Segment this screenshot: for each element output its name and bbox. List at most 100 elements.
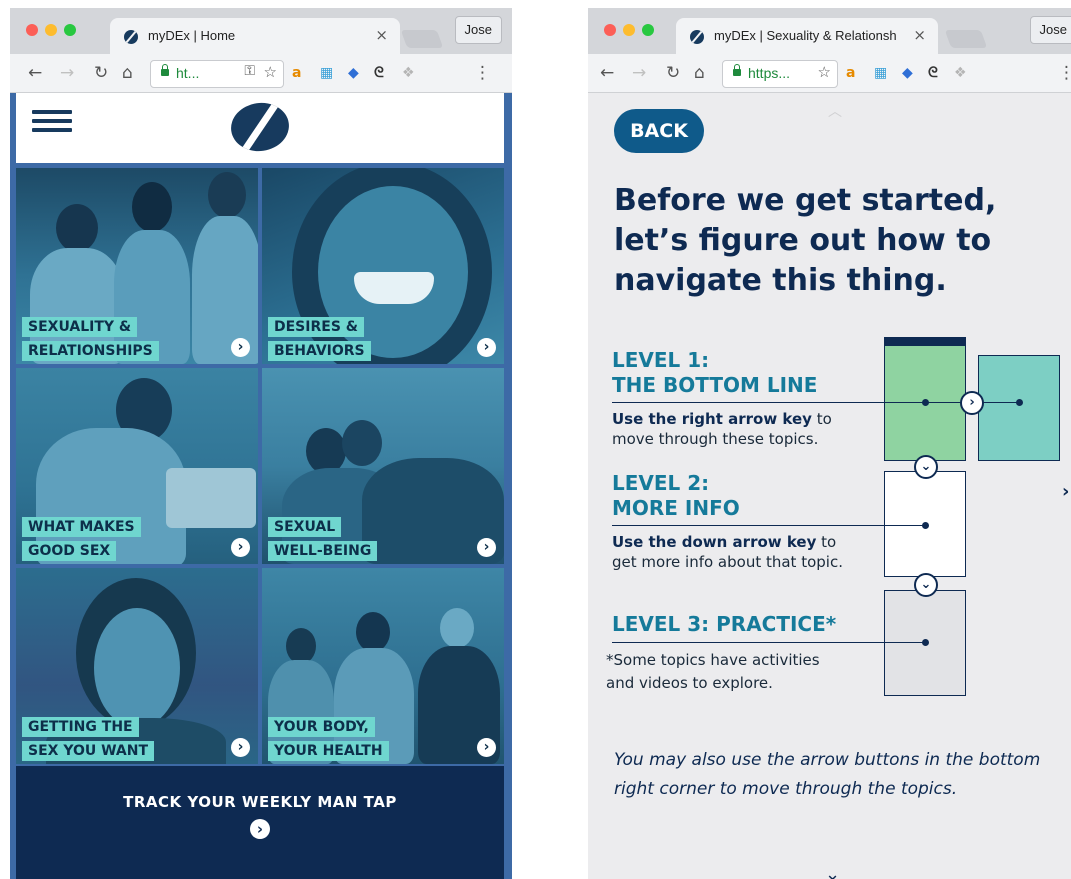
profile-button[interactable]: Jose (1029, 16, 1071, 44)
tab-close-icon[interactable]: × (375, 26, 388, 44)
level-1-description: Use the right arrow key to move through … (612, 410, 832, 448)
browser-toolbar: ← → ↻ ⌂ https... ☆ a ▦ ◆ ᘓ ❖ ⋮ (588, 54, 1071, 93)
right-arrow-icon: › (960, 391, 984, 415)
address-bar[interactable]: https... ☆ (722, 60, 838, 88)
down-arrow-icon: ⌄ (914, 455, 938, 479)
chevron-right-icon[interactable]: › (477, 338, 496, 357)
tile-sexual-well-being[interactable]: SEXUAL WELL-BEING › (262, 368, 504, 564)
image-extension-icon[interactable]: ▦ (874, 64, 887, 82)
next-topic-dot (1016, 399, 1023, 406)
tab-strip: myDEx | Home × Jose (10, 8, 512, 54)
close-window-button[interactable] (604, 24, 616, 36)
home-icon[interactable]: ⌂ (694, 63, 705, 83)
window-controls (604, 24, 654, 36)
next-topic-arrow-icon[interactable]: › (1062, 481, 1069, 502)
forward-arrow-icon[interactable]: → (632, 63, 646, 83)
mydex-favicon-icon (690, 30, 704, 44)
tile-caption: SEXUAL WELL-BEING (268, 516, 378, 564)
zoom-window-button[interactable] (642, 24, 654, 36)
chevron-right-icon[interactable]: › (231, 538, 250, 557)
browser-window-home: myDEx | Home × Jose ← → ↻ ⌂ ht... ⚿ ☆ a … (10, 8, 512, 879)
chevron-right-icon[interactable]: › (250, 819, 270, 839)
level-1-dot (922, 399, 929, 406)
kebab-menu-icon[interactable]: ⋮ (474, 63, 491, 83)
navigation-tutorial-page: ︿ BACK Before we get started, let’s figu… (588, 93, 1071, 879)
amazon-extension-icon[interactable]: a (292, 64, 301, 82)
flame-extension-icon[interactable]: ᘓ (374, 64, 384, 82)
chevron-down-icon[interactable]: ⌄ (825, 864, 840, 879)
tile-caption: DESIRES & BEHAVIORS (268, 316, 371, 364)
amazon-extension-icon[interactable]: a (846, 64, 855, 82)
forward-arrow-icon[interactable]: → (60, 63, 74, 83)
zoom-window-button[interactable] (64, 24, 76, 36)
reload-icon[interactable]: ↻ (94, 63, 108, 83)
minimize-window-button[interactable] (623, 24, 635, 36)
footer-bar: TRACK YOUR WEEKLY MAN TAP › (16, 766, 504, 879)
level-3-leader-line (612, 642, 924, 643)
tab-sexuality-relationships[interactable]: myDEx | Sexuality & Relationsh × (676, 18, 938, 54)
tile-desires-behaviors[interactable]: DESIRES & BEHAVIORS › (262, 168, 504, 364)
level-2-dot (922, 522, 929, 529)
kebab-menu-icon[interactable]: ⋮ (1058, 63, 1071, 83)
chevron-right-icon[interactable]: › (231, 738, 250, 757)
activities-note: *Some topics have activities and videos … (606, 651, 820, 692)
level-1-leader-line (612, 402, 1018, 403)
flame-extension-icon[interactable]: ᘓ (928, 64, 938, 82)
next-topic-card (978, 355, 1060, 461)
site-header (16, 93, 504, 163)
browser-toolbar: ← → ↻ ⌂ ht... ⚿ ☆ a ▦ ◆ ᘓ ❖ ⋮ (10, 54, 512, 93)
arrow-buttons-tip: You may also use the arrow buttons in th… (614, 750, 1041, 799)
track-weekly-man-tap-link[interactable]: TRACK YOUR WEEKLY MAN TAP (16, 793, 504, 811)
image-extension-icon[interactable]: ▦ (320, 64, 333, 82)
key-icon[interactable]: ⚿ (244, 63, 255, 79)
window-controls (26, 24, 76, 36)
close-window-button[interactable] (26, 24, 38, 36)
tab-title: myDEx | Home (148, 28, 236, 43)
tile-your-body-your-health[interactable]: YOUR BODY, YOUR HEALTH › (262, 568, 504, 764)
bookmark-star-icon[interactable]: ☆ (264, 63, 277, 81)
lock-icon (161, 64, 169, 76)
tile-caption: YOUR BODY, YOUR HEALTH (268, 716, 389, 764)
minimize-window-button[interactable] (45, 24, 57, 36)
new-tab-button[interactable] (944, 30, 988, 48)
dropbox-extension-icon[interactable]: ❖ (954, 64, 967, 82)
home-icon[interactable]: ⌂ (122, 63, 133, 83)
level-2-title: LEVEL 2: MORE INFO (612, 471, 740, 520)
tile-caption: WHAT MAKES GOOD SEX (22, 516, 141, 564)
page-headline: Before we get started, let’s figure out … (614, 183, 997, 298)
back-arrow-icon[interactable]: ← (600, 63, 614, 83)
tab-home[interactable]: myDEx | Home × (110, 18, 400, 54)
chevron-right-icon[interactable]: › (231, 338, 250, 357)
tile-getting-the-sex-you-want[interactable]: GETTING THE SEX YOU WANT › (16, 568, 258, 764)
tab-title: myDEx | Sexuality & Relationsh (714, 28, 897, 43)
level-2-description: Use the down arrow key to get more info … (612, 533, 843, 571)
tab-strip: myDEx | Sexuality & Relationsh × Jose (588, 8, 1071, 54)
level-3-title: LEVEL 3: PRACTICE* (612, 612, 837, 636)
new-tab-button[interactable] (400, 30, 444, 48)
tile-what-makes-good-sex[interactable]: WHAT MAKES GOOD SEX › (16, 368, 258, 564)
mydex-logo[interactable] (227, 99, 293, 155)
tile-sexuality-relationships[interactable]: SEXUALITY & RELATIONSHIPS › (16, 168, 258, 364)
bookmark-star-icon[interactable]: ☆ (818, 63, 831, 81)
lock-icon (733, 64, 741, 76)
tile-caption: GETTING THE SEX YOU WANT (22, 716, 155, 764)
down-arrow-icon: ⌄ (914, 573, 938, 597)
diamond-extension-icon[interactable]: ◆ (902, 64, 913, 82)
reload-icon[interactable]: ↻ (666, 63, 680, 83)
chevron-right-icon[interactable]: › (477, 738, 496, 757)
address-url: https... (748, 65, 791, 81)
topic-grid: SEXUALITY & RELATIONSHIPS › DESIRES & BE… (16, 168, 504, 766)
address-bar[interactable]: ht... ⚿ ☆ (150, 60, 284, 88)
level-3-dot (922, 639, 929, 646)
chevron-right-icon[interactable]: › (477, 538, 496, 557)
back-arrow-icon[interactable]: ← (28, 63, 42, 83)
chevron-up-icon[interactable]: ︿ (828, 101, 842, 121)
tile-caption: SEXUALITY & RELATIONSHIPS (22, 316, 159, 364)
profile-button[interactable]: Jose (454, 16, 502, 44)
browser-window-sexuality-relationships: myDEx | Sexuality & Relationsh × Jose ← … (588, 8, 1071, 879)
tab-close-icon[interactable]: × (913, 26, 926, 44)
dropbox-extension-icon[interactable]: ❖ (402, 64, 415, 82)
hamburger-menu-icon[interactable] (32, 110, 72, 132)
back-button[interactable]: BACK (614, 109, 704, 153)
diamond-extension-icon[interactable]: ◆ (348, 64, 359, 82)
